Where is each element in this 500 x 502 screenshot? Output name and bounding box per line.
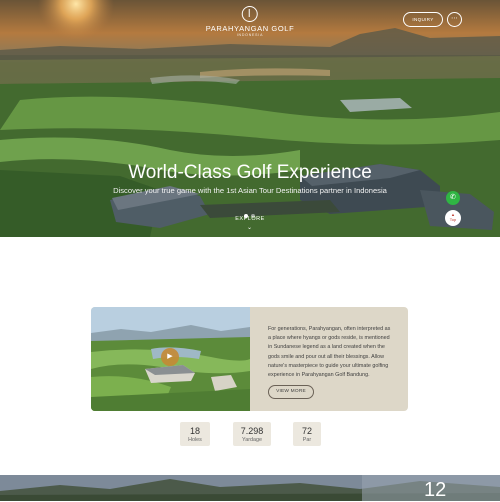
top-label: Top (449, 217, 457, 222)
brand-logo[interactable]: PARAHYANGAN GOLF INDONESIA (206, 6, 295, 37)
more-icon: ⋯ (451, 15, 458, 22)
about-card: For generations, Parahyangan, often inte… (91, 307, 408, 411)
about-description: For generations, Parahyangan, often inte… (268, 326, 391, 379)
stat-yardage: 7.298 Yardage (233, 422, 271, 446)
section-number: 12 (424, 479, 447, 501)
scroll-top-button[interactable]: ▲ Top (445, 210, 461, 226)
inquiry-button[interactable]: INQUIRY (403, 12, 443, 27)
brand-subtitle: INDONESIA (236, 33, 264, 37)
hero-title: World-Class Golf Experience (128, 162, 372, 183)
explore-link[interactable]: EXPLORE (0, 216, 500, 222)
hero-subtitle: Discover your true game with the 1st Asi… (113, 186, 387, 195)
stat-value: 72 (301, 426, 312, 436)
play-video-button[interactable]: ▶ (161, 348, 179, 366)
more-menu-button[interactable]: ⋯ (447, 12, 462, 27)
stat-holes: 18 Holes (180, 422, 210, 446)
hero-banner: PARAHYANGAN GOLF INDONESIA INQUIRY ⋯ Wor… (0, 0, 500, 237)
play-icon: ▶ (167, 353, 173, 360)
stat-value: 18 (189, 426, 200, 436)
stat-par: 72 Par (293, 422, 321, 446)
chevron-down-icon[interactable]: ⌄ (247, 224, 252, 231)
view-more-button[interactable]: VIEW MORE (268, 385, 314, 399)
brand-name: PARAHYANGAN GOLF (205, 24, 295, 33)
stat-label: Holes (188, 437, 202, 443)
stat-value: 7.298 (240, 426, 264, 436)
stat-label: Yardage (242, 437, 262, 443)
whatsapp-icon: ✆ (450, 194, 456, 201)
golf-flag-icon (241, 6, 258, 22)
stat-label: Par (302, 437, 312, 443)
whatsapp-button[interactable]: ✆ (446, 191, 460, 205)
